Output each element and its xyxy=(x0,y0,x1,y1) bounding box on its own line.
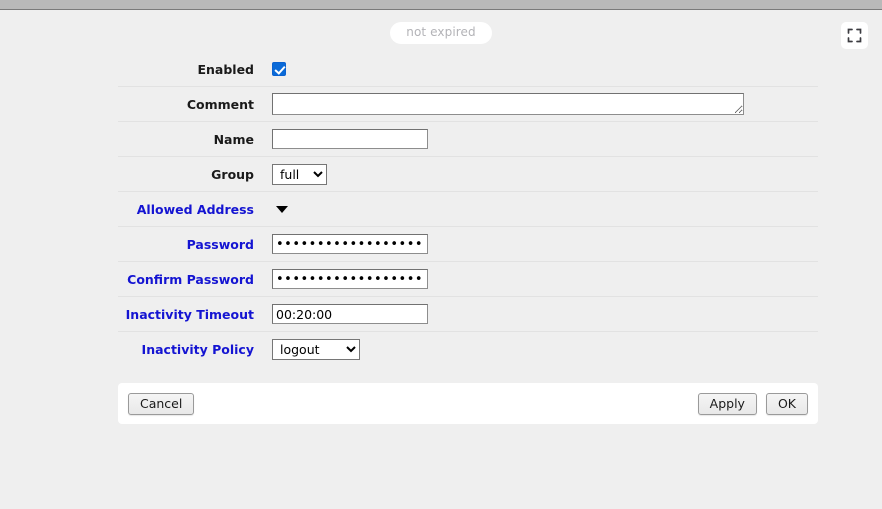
ok-button[interactable]: OK xyxy=(765,392,808,415)
form-row-enabled: Enabled xyxy=(118,52,818,87)
form-row-password: Password xyxy=(118,227,818,262)
confirm-password-input[interactable] xyxy=(272,269,428,289)
chevron-down-triangle-icon[interactable] xyxy=(276,205,288,213)
form-row-comment: Comment xyxy=(118,87,818,122)
label-name: Name xyxy=(213,131,254,147)
form-row-inactivity-timeout: Inactivity Timeout xyxy=(118,297,818,332)
field-allowed-address xyxy=(272,205,818,213)
form-row-group: Group fullreadwrite xyxy=(118,157,818,192)
apply-button[interactable]: Apply xyxy=(697,392,757,415)
field-inactivity-policy: logoutnone xyxy=(272,339,818,360)
field-enabled xyxy=(272,62,818,76)
enabled-checkbox[interactable] xyxy=(272,62,286,76)
field-inactivity-timeout xyxy=(272,304,818,324)
password-input[interactable] xyxy=(272,234,428,254)
form-row-inactivity-policy: Inactivity Policy logoutnone xyxy=(118,332,818,367)
group-select[interactable]: fullreadwrite xyxy=(272,163,327,185)
field-group: fullreadwrite xyxy=(272,163,818,185)
name-input[interactable] xyxy=(272,129,428,149)
label-password: Password xyxy=(186,236,254,252)
form-row-name: Name xyxy=(118,122,818,157)
window-title-bar xyxy=(0,0,882,10)
label-enabled: Enabled xyxy=(197,61,254,77)
label-comment: Comment xyxy=(186,96,254,112)
user-properties-form: Enabled Comment Name Group fullreadwrite… xyxy=(118,52,818,367)
inactivity-policy-select[interactable]: logoutnone xyxy=(272,339,360,360)
status-badge-container: not expired xyxy=(0,22,882,44)
form-row-allowed-address: Allowed Address xyxy=(118,192,818,227)
cancel-button[interactable]: Cancel xyxy=(128,392,195,415)
field-password xyxy=(272,234,818,254)
inactivity-timeout-input[interactable] xyxy=(272,304,428,324)
label-allowed-address: Allowed Address xyxy=(136,201,254,217)
status-badge: not expired xyxy=(390,22,492,44)
field-comment xyxy=(272,93,818,115)
fullscreen-expand-icon xyxy=(847,28,862,43)
dialog-button-bar: Cancel Apply OK xyxy=(118,383,818,424)
label-group: Group xyxy=(211,166,254,182)
label-confirm-password: Confirm Password xyxy=(127,271,254,287)
field-confirm-password xyxy=(272,269,818,289)
comment-textarea[interactable] xyxy=(272,93,744,115)
form-row-confirm-password: Confirm Password xyxy=(118,262,818,297)
fullscreen-button[interactable] xyxy=(841,22,868,49)
label-inactivity-policy: Inactivity Policy xyxy=(141,342,254,357)
label-inactivity-timeout: Inactivity Timeout xyxy=(125,306,254,322)
field-name xyxy=(272,129,818,149)
